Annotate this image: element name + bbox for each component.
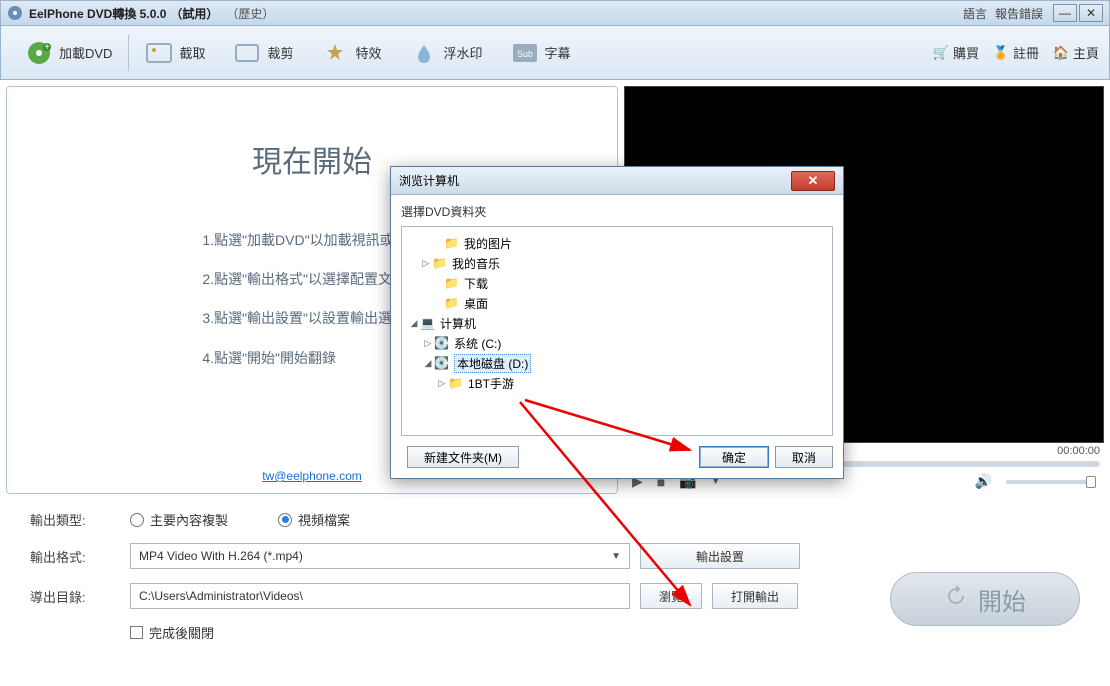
effect-label: 特效 <box>355 43 381 62</box>
radio-copy[interactable]: 主要內容複製 <box>130 510 228 529</box>
volume-slider[interactable] <box>1006 480 1096 484</box>
output-format-label: 輸出格式: <box>30 547 130 566</box>
new-folder-button[interactable]: 新建文件夹(M) <box>407 446 519 468</box>
folder-icon: 📁 <box>432 256 448 270</box>
app-title: EelPhone DVD轉換 5.0.0 <box>29 5 166 22</box>
app-icon <box>7 5 23 21</box>
drive-icon: 💽 <box>434 336 450 350</box>
dialog-titlebar: 浏览计算机 ✕ <box>391 167 843 195</box>
folder-icon: 📁 <box>444 276 460 290</box>
minimize-button[interactable]: — <box>1053 4 1077 22</box>
capture-label: 截取 <box>179 43 205 62</box>
output-settings-button[interactable]: 輸出設置 <box>640 543 800 569</box>
language-button[interactable]: 語言 <box>963 5 987 22</box>
chevron-down-icon: ▼ <box>611 551 621 562</box>
step1: 1.點選"加載DVD"以加載視訊或音訊 <box>202 221 421 260</box>
dialog-title: 浏览计算机 <box>399 172 459 189</box>
home-icon: 🏠 <box>1053 45 1069 61</box>
tree-item-sys-c[interactable]: ▷💽系统 (C:) <box>406 333 828 353</box>
step2: 2.點選"輸出格式"以選擇配置文件 <box>202 260 421 299</box>
watermark-icon <box>410 39 438 67</box>
folder-tree[interactable]: 📁我的图片 ▷📁我的音乐 📁下载 📁桌面 ◢💻计算机 ▷💽系统 (C:) ◢💽本… <box>401 226 833 436</box>
tree-item-pictures[interactable]: 📁我的图片 <box>406 233 828 253</box>
effect-icon <box>321 39 349 67</box>
watermark-button[interactable]: 浮水印 <box>396 33 497 73</box>
svg-text:Sub: Sub <box>517 49 533 59</box>
effect-button[interactable]: 特效 <box>307 33 395 73</box>
load-dvd-label: 加載DVD <box>59 43 112 62</box>
start-button[interactable]: 開始 <box>890 572 1080 626</box>
load-dvd-button[interactable]: + 加載DVD <box>11 33 126 73</box>
refresh-icon <box>944 584 968 615</box>
toolbar: + 加載DVD 截取 裁剪 特效 浮水印 Sub 字幕 🛒購買 🏅註冊 🏠主頁 <box>0 26 1110 80</box>
volume-icon[interactable]: 🔊 <box>975 473 992 490</box>
email-link[interactable]: tw@eelphone.com <box>262 469 362 483</box>
tree-item-downloads[interactable]: 📁下载 <box>406 273 828 293</box>
cart-icon: 🛒 <box>933 45 949 61</box>
computer-icon: 💻 <box>420 316 436 330</box>
tree-item-computer[interactable]: ◢💻计算机 <box>406 313 828 333</box>
medal-icon: 🏅 <box>993 45 1009 61</box>
output-format-combo[interactable]: MP4 Video With H.264 (*.mp4) ▼ <box>130 543 630 569</box>
tree-item-bt[interactable]: ▷📁1BT手游 <box>406 373 828 393</box>
browse-button[interactable]: 瀏覽 <box>640 583 702 609</box>
crop-label: 裁剪 <box>267 43 293 62</box>
volume-thumb[interactable] <box>1086 476 1096 488</box>
capture-icon <box>145 39 173 67</box>
start-title: 現在開始 <box>252 137 372 181</box>
step3: 3.點選"輸出設置"以設置輸出選項 <box>202 299 421 338</box>
title-bar: EelPhone DVD轉換 5.0.0 （試用） （歷史） 語言 報告錯誤 —… <box>0 0 1110 26</box>
capture-button[interactable]: 截取 <box>131 33 219 73</box>
disc-plus-icon: + <box>25 39 53 67</box>
drive-icon: 💽 <box>434 356 450 370</box>
home-button[interactable]: 🏠主頁 <box>1053 43 1099 62</box>
output-type-label: 輸出類型: <box>30 510 130 529</box>
history-link[interactable]: （歷史） <box>226 5 274 22</box>
register-button[interactable]: 🏅註冊 <box>993 43 1039 62</box>
dest-input[interactable]: C:\Users\Administrator\Videos\ <box>130 583 630 609</box>
crop-button[interactable]: 裁剪 <box>219 33 307 73</box>
folder-icon: 📁 <box>444 236 460 250</box>
browse-dialog: 浏览计算机 ✕ 選擇DVD資料夾 📁我的图片 ▷📁我的音乐 📁下载 📁桌面 ◢💻… <box>390 166 844 479</box>
folder-icon: 📁 <box>444 296 460 310</box>
watermark-label: 浮水印 <box>444 43 483 62</box>
tree-item-music[interactable]: ▷📁我的音乐 <box>406 253 828 273</box>
dialog-close-button[interactable]: ✕ <box>791 171 835 191</box>
shutdown-checkbox[interactable]: 完成後關閉 <box>130 623 214 642</box>
subtitle-icon: Sub <box>511 39 539 67</box>
subtitle-label: 字幕 <box>545 43 571 62</box>
tree-item-desktop[interactable]: 📁桌面 <box>406 293 828 313</box>
time-total: 00:00:00 <box>1057 445 1100 457</box>
crop-icon <box>233 39 261 67</box>
step4: 4.點選"開始"開始翻錄 <box>202 339 421 378</box>
dest-label: 導出目錄: <box>30 587 130 606</box>
open-output-button[interactable]: 打開輸出 <box>712 583 798 609</box>
subtitle-button[interactable]: Sub 字幕 <box>497 33 585 73</box>
output-format-value: MP4 Video With H.264 (*.mp4) <box>139 549 303 563</box>
trial-label: （試用） <box>170 5 218 22</box>
dialog-label: 選擇DVD資料夾 <box>401 203 833 220</box>
close-button[interactable]: ✕ <box>1079 4 1103 22</box>
buy-button[interactable]: 🛒購買 <box>933 43 979 62</box>
cancel-button[interactable]: 取消 <box>775 446 833 468</box>
ok-button[interactable]: 确定 <box>699 446 769 468</box>
radio-video[interactable]: 視頻檔案 <box>278 510 350 529</box>
report-bug-button[interactable]: 報告錯誤 <box>995 5 1043 22</box>
tree-item-disk-d[interactable]: ◢💽本地磁盘 (D:) <box>406 353 828 373</box>
svg-text:+: + <box>44 42 50 53</box>
folder-icon: 📁 <box>448 376 464 390</box>
